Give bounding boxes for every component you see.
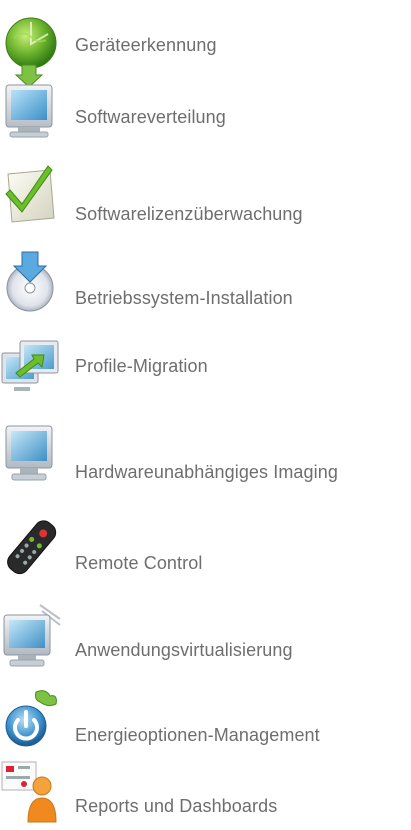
feature-item-hardware-independent-imaging: Hardwareunabhängiges Imaging (0, 420, 411, 490)
reports-person-icon (0, 760, 62, 826)
monitor-icon (0, 420, 62, 486)
feature-item-remote-control: Remote Control (0, 515, 411, 585)
monitor-migration-icon (0, 333, 62, 399)
feature-item-license-monitoring: Softwarelizenzüberwachung (0, 160, 411, 230)
monitor-download-icon (0, 63, 62, 138)
feature-label: Geräteerkennung (75, 35, 217, 55)
feature-label: Profile-Migration (75, 356, 208, 376)
feature-item-power-management: Energieoptionen-Management (0, 688, 411, 758)
feature-item-os-installation: Betriebssystem-Installation (0, 248, 411, 318)
remote-control-icon (0, 515, 62, 581)
feature-label: Remote Control (75, 553, 203, 573)
feature-list: Geräteerkennung Softwareverteilung Softw… (0, 0, 411, 826)
power-leaf-icon (0, 688, 62, 754)
monitor-virtual-icon (0, 603, 62, 669)
feature-item-software-distribution: Softwareverteilung (0, 63, 411, 138)
disc-install-icon (0, 248, 62, 314)
feature-label: Betriebssystem-Installation (75, 288, 293, 308)
feature-label: Hardwareunabhängiges Imaging (75, 462, 338, 482)
license-check-icon (0, 160, 62, 226)
feature-label: Softwarelizenzüberwachung (75, 204, 303, 224)
feature-label: Anwendungsvirtualisierung (75, 640, 293, 660)
feature-item-application-virtualization: Anwendungsvirtualisierung (0, 603, 411, 673)
feature-label: Energieoptionen-Management (75, 725, 320, 745)
feature-item-reports-dashboards: Reports und Dashboards (0, 760, 411, 830)
feature-label: Reports und Dashboards (75, 796, 278, 816)
feature-item-profile-migration: Profile-Migration (0, 333, 411, 403)
feature-label: Softwareverteilung (75, 107, 226, 127)
